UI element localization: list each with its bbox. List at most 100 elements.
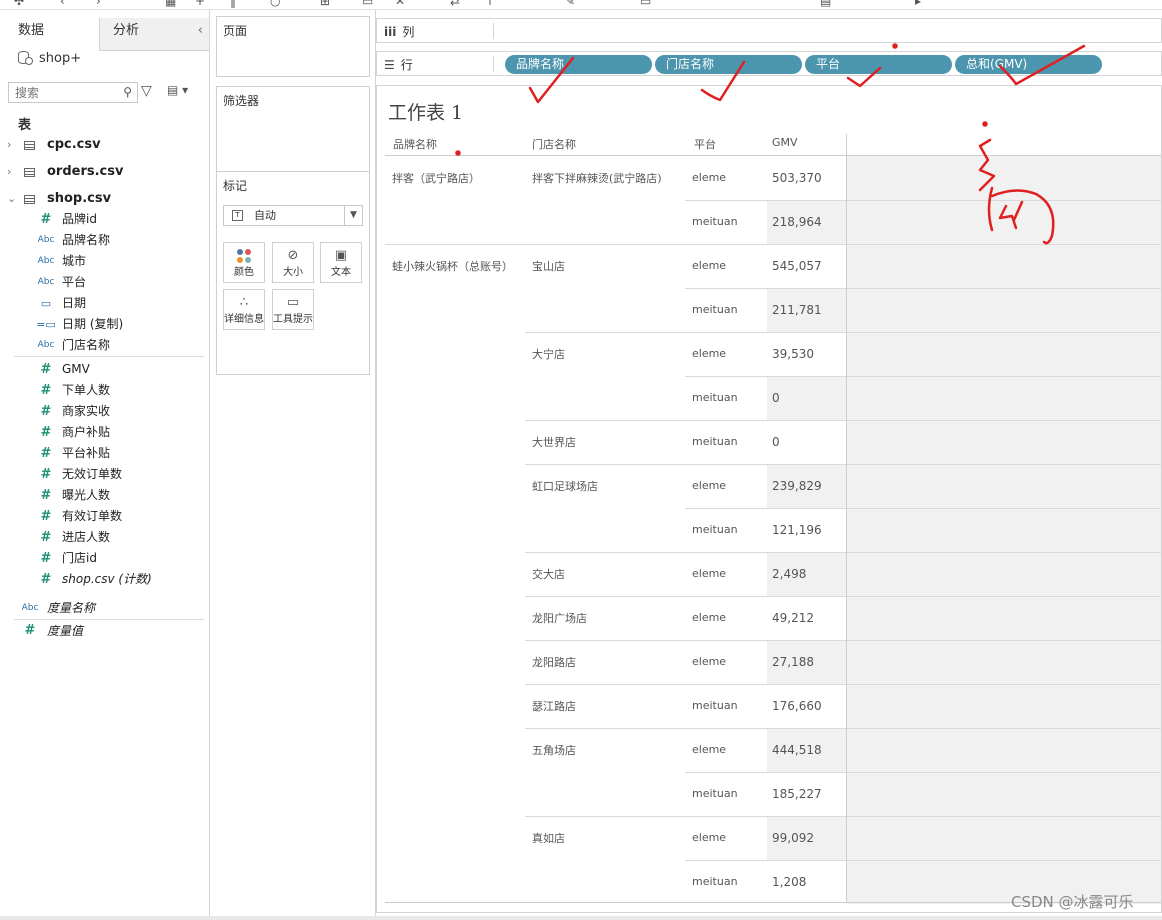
highlight-icon[interactable]: ✎ (565, 0, 575, 8)
save-icon[interactable]: ▦ (165, 0, 176, 8)
platform-cell[interactable]: meituan (692, 699, 738, 712)
field-item[interactable]: # 无效订单数 (0, 464, 205, 485)
sort-asc-icon[interactable]: ↑ (485, 0, 495, 8)
color-button[interactable]: 颜色 (223, 242, 265, 283)
store-cell[interactable]: 龙阳路店 (532, 654, 576, 670)
header-store[interactable]: 门店名称 (532, 136, 576, 152)
tab-data[interactable]: 数据 (0, 18, 100, 51)
gmv-cell[interactable]: 211,781 (772, 303, 822, 317)
expand-icon[interactable]: › (7, 161, 11, 183)
search-input[interactable] (9, 83, 119, 102)
detail-button[interactable]: ∴ 详细信息 (223, 289, 265, 330)
present-icon[interactable]: ▸ (915, 0, 921, 8)
store-cell[interactable]: 龙阳广场店 (532, 610, 587, 626)
platform-cell[interactable]: eleme (692, 567, 726, 580)
filter-icon[interactable]: ▽ (141, 83, 157, 101)
platform-cell[interactable]: eleme (692, 831, 726, 844)
platform-cell[interactable]: eleme (692, 743, 726, 756)
measure-item[interactable]: # 度量值 (0, 620, 205, 642)
view-options-icon[interactable]: ▤ ▾ (167, 83, 197, 101)
platform-cell[interactable]: meituan (692, 523, 738, 536)
pill-sum-gmv[interactable]: 总和(GMV) (955, 55, 1102, 74)
gmv-cell[interactable]: 545,057 (772, 259, 822, 273)
logo-icon[interactable]: ✣ (14, 0, 24, 8)
field-item[interactable]: # 进店人数 (0, 527, 205, 548)
gmv-cell[interactable]: 444,518 (772, 743, 822, 757)
brand-cell[interactable]: 拌客（武宁路店） (392, 170, 480, 186)
platform-cell[interactable]: eleme (692, 347, 726, 360)
show-me-icon[interactable]: ▤ (820, 0, 831, 8)
platform-cell[interactable]: eleme (692, 171, 726, 184)
gmv-cell[interactable]: 218,964 (772, 215, 822, 229)
store-cell[interactable]: 真如店 (532, 830, 565, 846)
store-cell[interactable]: 宝山店 (532, 258, 565, 274)
chevron-down-icon[interactable]: ▼ (344, 206, 362, 225)
gmv-cell[interactable]: 239,829 (772, 479, 822, 493)
collapse-icon[interactable]: ⌄ (7, 188, 16, 210)
table-item-orders[interactable]: › orders.csv (0, 161, 205, 183)
field-item[interactable]: ▭ 日期 (0, 293, 205, 314)
pill-brand-name[interactable]: 品牌名称 (505, 55, 652, 74)
mark-type-select[interactable]: T 自动 ▼ (223, 205, 363, 226)
gmv-cell[interactable]: 185,227 (772, 787, 822, 801)
pages-card[interactable]: 页面 (216, 16, 370, 77)
field-item[interactable]: # 平台补贴 (0, 443, 205, 464)
store-cell[interactable]: 瑟江路店 (532, 698, 576, 714)
pill-platform[interactable]: 平台 (805, 55, 952, 74)
table-item-shop[interactable]: ⌄ shop.csv (0, 188, 205, 210)
platform-cell[interactable]: meituan (692, 391, 738, 404)
gmv-cell[interactable]: 503,370 (772, 171, 822, 185)
tooltip-button[interactable]: ▭ 工具提示 (272, 289, 314, 330)
header-brand[interactable]: 品牌名称 (393, 136, 437, 152)
gmv-cell[interactable]: 121,196 (772, 523, 822, 537)
header-platform[interactable]: 平台 (694, 136, 716, 152)
forward-icon[interactable]: › (96, 0, 101, 8)
rows-shelf[interactable]: ☰ 行 品牌名称 门店名称 平台 总和(GMV) (376, 51, 1162, 76)
tab-analysis[interactable]: 分析 ‹ (100, 18, 209, 51)
field-item[interactable]: # 下单人数 (0, 380, 205, 401)
filters-card[interactable]: 筛选器 (216, 86, 370, 172)
store-cell[interactable]: 交大店 (532, 566, 565, 582)
field-item[interactable]: Abc 平台 (0, 272, 205, 293)
platform-cell[interactable]: meituan (692, 435, 738, 448)
gmv-cell[interactable]: 99,092 (772, 831, 814, 845)
platform-cell[interactable]: meituan (692, 787, 738, 800)
duplicate-icon[interactable]: ▭ (362, 0, 373, 8)
new-datasource-icon[interactable]: + (195, 0, 205, 8)
platform-cell[interactable]: eleme (692, 655, 726, 668)
field-item[interactable]: # 门店id (0, 548, 205, 569)
gmv-cell[interactable]: 0 (772, 391, 780, 405)
group-icon[interactable]: ▭ (640, 0, 651, 8)
field-item[interactable]: Abc 城市 (0, 251, 205, 272)
field-item[interactable]: # 曝光人数 (0, 485, 205, 506)
field-item[interactable]: # shop.csv (计数) (0, 569, 205, 590)
gmv-cell[interactable]: 0 (772, 435, 780, 449)
field-item[interactable]: # 有效订单数 (0, 506, 205, 527)
measure-item[interactable]: Abc 度量名称 (0, 597, 205, 619)
datasource[interactable]: shop+ (18, 49, 81, 69)
brand-cell[interactable]: 蛙小辣火锅杯（总账号） (392, 258, 513, 274)
platform-cell[interactable]: eleme (692, 259, 726, 272)
columns-shelf[interactable]: iii 列 (376, 18, 1162, 43)
table-item-cpc[interactable]: › cpc.csv (0, 134, 205, 156)
store-cell[interactable]: 大宁店 (532, 346, 565, 362)
gmv-cell[interactable]: 176,660 (772, 699, 822, 713)
field-item[interactable]: # 商户补贴 (0, 422, 205, 443)
platform-cell[interactable]: meituan (692, 303, 738, 316)
field-item[interactable]: =▭ 日期 (复制) (0, 314, 205, 335)
field-item[interactable]: # GMV (0, 359, 205, 380)
field-item[interactable]: # 品牌id (0, 209, 205, 230)
back-icon[interactable]: ‹ (60, 0, 65, 8)
swap-icon[interactable]: ⇄ (450, 0, 460, 8)
pause-icon[interactable]: ‖ (230, 0, 236, 8)
store-cell[interactable]: 拌客下拌麻辣烫(武宁路店) (532, 170, 662, 186)
field-item[interactable]: # 商家实收 (0, 401, 205, 422)
field-item[interactable]: Abc 品牌名称 (0, 230, 205, 251)
platform-cell[interactable]: meituan (692, 215, 738, 228)
collapse-pane-icon[interactable]: ‹ (198, 18, 203, 44)
refresh-icon[interactable]: ○ (270, 0, 280, 8)
gmv-cell[interactable]: 39,530 (772, 347, 814, 361)
search-icon[interactable]: ⚲ (123, 85, 132, 99)
pill-store-name[interactable]: 门店名称 (655, 55, 802, 74)
gmv-cell[interactable]: 1,208 (772, 875, 806, 889)
